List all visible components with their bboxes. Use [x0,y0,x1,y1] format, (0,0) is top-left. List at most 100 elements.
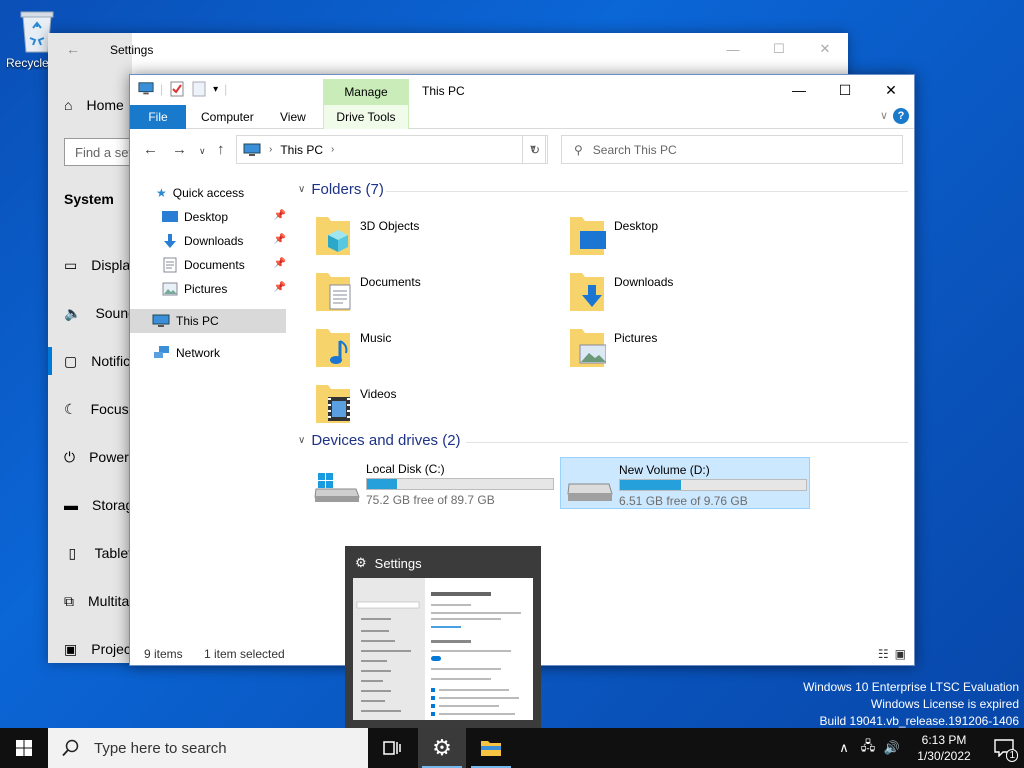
nav-display[interactable]: ▭ Display [48,241,132,289]
network-icon[interactable]: 🖧 [856,737,880,759]
drive-free-space: 6.51 GB free of 9.76 GB [619,494,748,508]
customize-toolbar-icon[interactable]: ▾ [213,84,218,95]
minimize-button[interactable]: — [710,33,756,65]
back-arrow-icon[interactable]: ← [66,41,80,57]
close-button[interactable]: ✕ [868,75,914,105]
drive-usage-fill [367,479,397,489]
start-button[interactable] [0,728,48,768]
pin-icon[interactable]: 📌 [274,210,286,221]
moon-icon: ☾ [64,400,77,417]
group-divider [386,191,908,192]
nav-label: Tablet [94,545,132,561]
folder-downloads[interactable]: Downloads [568,267,818,319]
settings-taskbar-thumbnail[interactable]: ⚙ Settings [345,546,541,728]
nav-documents[interactable]: Documents 📌 [130,253,290,277]
refresh-button[interactable]: ↻ [522,135,548,164]
file-tab[interactable]: File [130,105,186,129]
help-icon[interactable]: ? [893,108,909,124]
clock[interactable]: 6:13 PM 1/30/2022 [904,732,984,764]
explorer-titlebar: | ▾ | Manage This PC — ☐ ✕ [130,75,914,105]
nav-downloads[interactable]: Downloads 📌 [130,229,290,253]
breadcrumb-this-pc[interactable]: This PC [280,143,323,157]
find-setting-input[interactable]: Find a setting [64,138,134,166]
nav-desktop[interactable]: Desktop 📌 [130,205,290,229]
pin-icon[interactable]: 📌 [274,234,286,245]
computer-tab[interactable]: Computer [201,110,254,124]
star-icon: ★ [156,186,167,200]
folder-documents[interactable]: Documents [314,267,564,319]
toolbar-separator: | [160,82,164,96]
search-input[interactable]: ⚲ Search This PC [561,135,903,164]
up-arrow-icon[interactable]: ↑ [217,141,225,158]
devices-group-header[interactable]: ∨ Devices and drives (2) [298,432,461,449]
details-view-icon[interactable]: ☷ [878,647,889,661]
folder-pictures[interactable]: Pictures [568,323,818,375]
nav-network[interactable]: Network [130,341,290,365]
taskbar-search-input[interactable]: Type here to search [48,728,368,768]
settings-home[interactable]: ⌂ Home [64,97,124,113]
pin-icon[interactable]: 📌 [274,282,286,293]
nav-label: Quick access [172,186,245,200]
volume-icon[interactable]: 🔊 [880,740,904,756]
nav-pictures[interactable]: Pictures 📌 [130,277,290,301]
folder-name: Downloads [614,275,674,289]
view-tab[interactable]: View [280,110,306,124]
taskbar-file-explorer-button[interactable] [467,728,515,768]
drive-usage-fill [620,480,682,490]
folder-3d-objects[interactable]: 3D Objects [314,211,564,263]
folder-desktop[interactable]: Desktop [568,211,818,263]
close-button[interactable]: ✕ [802,33,848,65]
nav-label: Power & sleep [89,449,132,465]
task-view-button[interactable] [368,728,416,768]
nav-storage[interactable]: ▬ Storage [48,481,132,529]
nav-projecting[interactable]: ▣ Projecting to this PC [48,625,132,673]
nav-notifications[interactable]: ▢ Notifications & actions [48,337,132,385]
pin-icon[interactable]: 📌 [274,258,286,269]
manage-tab[interactable]: Manage [323,79,409,105]
drive-tools-tab[interactable]: Drive Tools [323,105,409,129]
task-view-icon [383,741,401,755]
chevron-up-icon[interactable]: ∧ [832,740,856,756]
drive-local-disk-c[interactable]: Local Disk (C:) 75.2 GB free of 89.7 GB [308,457,558,509]
drive-new-volume-d[interactable]: New Volume (D:) 6.51 GB free of 9.76 GB [560,457,810,509]
display-icon: ▭ [64,256,78,273]
recent-locations-icon[interactable]: ∨ [199,146,206,157]
maximize-button[interactable]: ☐ [822,75,868,105]
folders-group-header[interactable]: ∨ Folders (7) [298,181,384,198]
folder-music[interactable]: Music [314,323,564,375]
maximize-button[interactable]: ☐ [756,33,802,65]
properties-icon[interactable] [169,81,185,97]
folder-videos[interactable]: Videos [314,379,564,431]
nav-power[interactable]: ⏻ Power & sleep [48,433,132,481]
nav-label: Sound [95,305,132,321]
large-icons-view-icon[interactable]: ▣ [895,647,906,661]
folder-music-icon [316,329,350,367]
back-arrow-icon[interactable]: ← [143,141,158,158]
refresh-icon: ↻ [529,142,541,157]
nav-label: Desktop [184,210,229,224]
chevron-down-icon[interactable]: ∨ [880,109,888,122]
folder-name: Pictures [614,331,658,345]
chevron-down-icon: ∨ [298,435,306,446]
nav-tablet[interactable]: ▯ Tablet [48,529,132,577]
nav-label: Focus assist [90,401,132,417]
nav-quick-access[interactable]: ★ Quick access [130,181,290,205]
nav-label: Notifications & actions [91,353,132,369]
minimize-button[interactable]: — [776,75,822,105]
taskbar-settings-button[interactable]: ⚙ [418,728,466,768]
nav-focus-assist[interactable]: ☾ Focus assist [48,385,132,433]
address-bar[interactable]: › This PC › ∨ [236,135,546,164]
search-placeholder: Type here to search [94,739,227,757]
system-heading: System [64,191,114,207]
forward-arrow-icon[interactable]: → [172,141,187,158]
folder-name: Documents [360,275,421,289]
nav-this-pc[interactable]: This PC [130,309,286,333]
explorer-title: This PC [422,84,465,98]
drive-usage-bar [366,478,554,490]
tablet-icon: ▯ [68,544,77,561]
new-folder-icon[interactable] [191,81,207,97]
action-center-button[interactable]: 1 [984,728,1024,768]
nav-multitasking[interactable]: ⧉ Multitasking [48,577,132,625]
nav-sound[interactable]: 🔈 Sound [48,289,132,337]
toolbar-separator: | [224,82,228,96]
